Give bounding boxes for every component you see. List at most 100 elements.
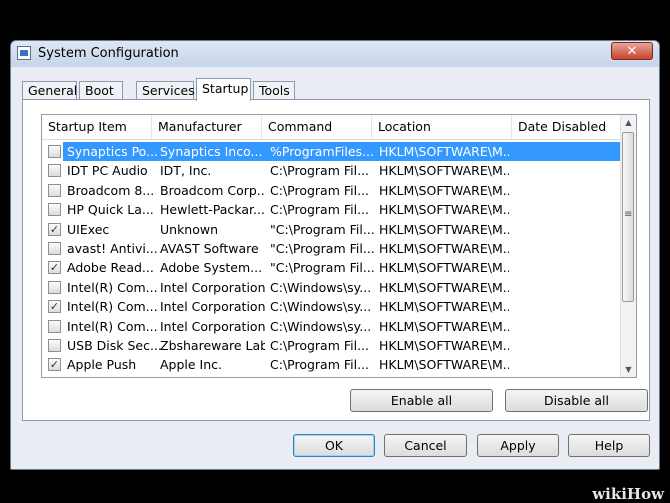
- column-location[interactable]: Location: [372, 115, 512, 139]
- cell-command: "C:\Program Fil...: [270, 240, 374, 256]
- cell-startup-item: USB Disk Sec...: [67, 337, 162, 353]
- cell-startup-item: UIExec: [67, 221, 110, 237]
- cell-command: "C:\Program Fil...: [270, 221, 374, 237]
- cell-manufacturer: Hewlett-Packar...: [160, 202, 265, 218]
- enable-all-button[interactable]: Enable all: [350, 389, 493, 412]
- cell-manufacturer: Zbshareware Lab: [160, 337, 265, 353]
- table-row[interactable]: Broadcom 8... Broadcom Corp... C:\Program …: [42, 181, 622, 200]
- enable-checkbox[interactable]: ✓: [48, 222, 61, 236]
- vertical-scrollbar[interactable]: ▲ ▼: [620, 115, 636, 377]
- table-row[interactable]: Intel(R) Com... Intel Corporation C:\Windo…: [42, 278, 622, 297]
- table-row[interactable]: ✓ Adobe Read... Adobe System... "C:\Program…: [42, 258, 622, 277]
- table-row[interactable]: avast! Antivi... AVAST Software "C:\Progra…: [42, 239, 622, 258]
- tab-startup[interactable]: Startup: [196, 78, 251, 101]
- cell-location: HKLM\SOFTWARE\M...: [379, 337, 509, 353]
- cell-startup-item: HP Quick La...: [67, 202, 154, 218]
- cell-startup-item: Intel(R) Com...: [67, 279, 158, 295]
- cell-location: HKLM\SOFTWARE\M...: [379, 144, 509, 159]
- cell-command: C:\Windows\sy...: [270, 318, 372, 334]
- cell-manufacturer: Intel Corporation: [160, 318, 265, 334]
- cell-location: HKLM\SOFTWARE\M...: [379, 318, 509, 334]
- tab-boot[interactable]: Boot: [79, 81, 123, 100]
- disable-all-button[interactable]: Disable all: [505, 389, 648, 412]
- close-button[interactable]: ✕: [611, 42, 653, 60]
- enable-checkbox[interactable]: [48, 241, 61, 255]
- msconfig-app-icon: [17, 46, 31, 60]
- cell-startup-item: avast! Antivi...: [67, 240, 158, 256]
- cell-command: %ProgramFiles...: [270, 144, 374, 159]
- cell-manufacturer: IDT, Inc.: [160, 163, 212, 179]
- table-row[interactable]: ✓ Apple Push Apple Inc. C:\Program Fil... HK…: [42, 355, 622, 374]
- cell-startup-item: Intel(R) Com...: [67, 299, 158, 315]
- ok-button[interactable]: OK: [293, 434, 375, 457]
- column-date-disabled[interactable]: Date Disabled: [512, 115, 622, 139]
- startup-items-list[interactable]: Startup Item Manufacturer Command Locati…: [41, 114, 637, 378]
- title-bar[interactable]: System Configuration ✕: [11, 41, 659, 67]
- list-header: Startup Item Manufacturer Command Locati…: [42, 115, 622, 140]
- enable-checkbox[interactable]: ✓: [48, 300, 61, 314]
- table-row[interactable]: ✓ Intel(R) Com... Intel Corporation C:\Wind…: [42, 297, 622, 316]
- cell-manufacturer: Apple Inc.: [160, 357, 223, 373]
- window-title: System Configuration: [38, 46, 179, 61]
- cell-startup-item: Apple Push: [67, 357, 137, 373]
- cell-location: HKLM\SOFTWARE\M...: [379, 260, 509, 276]
- table-row[interactable]: Intel(R) Com... Intel Corporation C:\Windo…: [42, 317, 622, 336]
- cell-manufacturer: Broadcom Corp...: [160, 182, 265, 198]
- cell-command: C:\Program Fil...: [270, 202, 370, 218]
- cancel-button[interactable]: Cancel: [384, 434, 467, 457]
- cell-manufacturer: Intel Corporation: [160, 279, 265, 295]
- scroll-up-arrow-icon[interactable]: ▲: [621, 115, 636, 130]
- enable-checkbox[interactable]: ✓: [48, 358, 61, 372]
- cell-location: HKLM\SOFTWARE\M...: [379, 221, 509, 237]
- cell-location: HKLM\SOFTWARE\M...: [379, 240, 509, 256]
- cell-command: C:\Program Fil...: [270, 337, 370, 353]
- cell-manufacturer: Apple Inc.: [160, 375, 265, 378]
- cell-location: HKLM\SOFTWARE\M...: [379, 279, 509, 295]
- column-startup-item[interactable]: Startup Item: [42, 115, 152, 139]
- enable-checkbox[interactable]: [48, 183, 61, 197]
- enable-checkbox[interactable]: [48, 203, 61, 217]
- cell-startup-item: IDT PC Audio: [67, 163, 148, 179]
- cell-manufacturer: Adobe System...: [160, 260, 263, 276]
- column-manufacturer[interactable]: Manufacturer: [152, 115, 262, 139]
- enable-checkbox[interactable]: [48, 145, 61, 158]
- tab-tools[interactable]: Tools: [253, 81, 295, 100]
- enable-checkbox[interactable]: [48, 280, 61, 294]
- cell-startup-item: Adobe Read...: [67, 260, 154, 276]
- cell-startup-item: Synaptics Po...: [67, 144, 159, 159]
- column-command[interactable]: Command: [262, 115, 372, 139]
- table-row[interactable]: ✓iTunesApple Inc."C:\Program Fil...HKLM\…: [42, 375, 622, 378]
- cell-command: "C:\Program Fil...: [270, 375, 374, 378]
- cell-location: HKLM\SOFTWARE\M...: [379, 357, 509, 373]
- system-configuration-window: System Configuration ✕ General Boot Serv…: [10, 40, 660, 470]
- scroll-down-arrow-icon[interactable]: ▼: [621, 362, 636, 377]
- enable-checkbox[interactable]: [48, 319, 61, 333]
- cell-command: C:\Windows\sy...: [270, 279, 372, 295]
- enable-checkbox[interactable]: [48, 338, 61, 352]
- cell-startup-item: Broadcom 8...: [67, 182, 155, 198]
- cell-manufacturer: Intel Corporation: [160, 299, 265, 315]
- cell-location: HKLM\SOFTWARE\M...: [379, 182, 509, 198]
- scroll-thumb[interactable]: [622, 132, 634, 302]
- help-button[interactable]: Help: [568, 434, 650, 457]
- table-row[interactable]: Synaptics Po... Synaptics Inco... %Program…: [42, 142, 624, 161]
- apply-button[interactable]: Apply: [477, 434, 559, 457]
- list-rows: Synaptics Po... Synaptics Inco... %Program…: [42, 142, 624, 378]
- tab-services[interactable]: Services: [136, 81, 195, 100]
- cell-manufacturer: Synaptics Inco...: [160, 144, 263, 159]
- table-row[interactable]: ✓ UIExec Unknown "C:\Program Fil... HKLM\SOF…: [42, 220, 622, 239]
- cell-location: HKLM\SOFTWARE\M...: [379, 202, 509, 218]
- cell-command: C:\Windows\sy...: [270, 299, 372, 315]
- cell-location: HKLM\SOFTWARE\M...: [379, 375, 509, 378]
- enable-checkbox[interactable]: [48, 164, 61, 178]
- cell-command: C:\Program Fil...: [270, 182, 370, 198]
- table-row[interactable]: HP Quick La... Hewlett-Packar... C:\Progra…: [42, 200, 622, 219]
- wikihow-watermark: wikiHow: [592, 485, 664, 503]
- cell-manufacturer: AVAST Software: [160, 240, 259, 256]
- cell-manufacturer: Unknown: [160, 221, 219, 237]
- cell-command: C:\Program Fil...: [270, 163, 370, 179]
- table-row[interactable]: USB Disk Sec... Zbshareware Lab C:\Program…: [42, 336, 622, 355]
- enable-checkbox[interactable]: ✓: [48, 261, 61, 275]
- table-row[interactable]: IDT PC Audio IDT, Inc. C:\Program Fil... HK…: [42, 161, 622, 180]
- tab-general[interactable]: General: [22, 81, 77, 100]
